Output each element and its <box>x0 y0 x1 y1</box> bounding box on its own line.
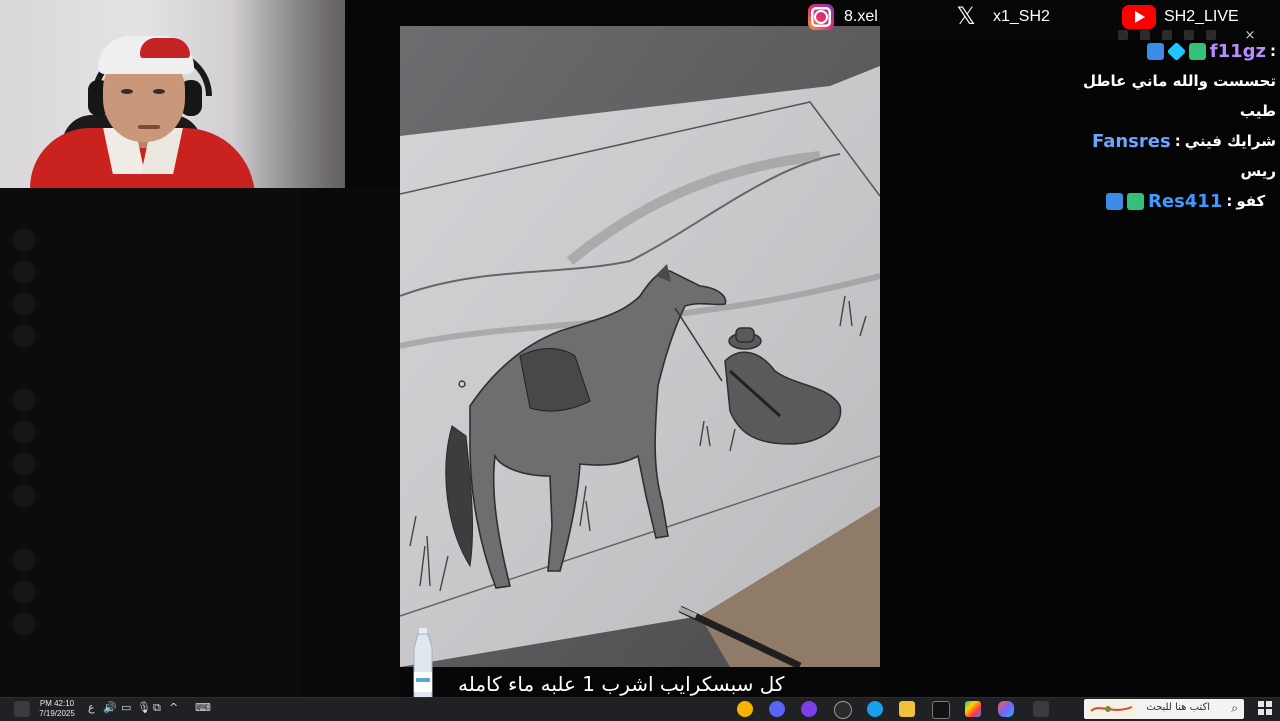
server-icon <box>12 452 36 476</box>
server-icon <box>12 324 36 348</box>
microphone-icon[interactable]: 🎙 <box>137 701 151 714</box>
search-highlight-art <box>1088 701 1136 717</box>
windows-start-icon[interactable] <box>1258 701 1272 715</box>
youtube-icon <box>1122 5 1156 29</box>
chat-username: f11gz <box>1209 40 1266 62</box>
chat-text: كفو <box>1236 191 1266 210</box>
chat-separator: : <box>1226 191 1233 210</box>
stream-caption: كل سبسكرايب اشرب 1 علبه ماء كامله <box>458 672 785 696</box>
cube-badge-icon <box>1166 41 1186 61</box>
live-chat-overlay: f11gz : تحسست والله ماني عاطل طيب Fansre… <box>1083 36 1276 216</box>
instagram-handle: 8.xel <box>844 8 878 25</box>
server-icon <box>12 484 36 508</box>
chat-username: Res411 <box>1148 190 1223 212</box>
windows-taskbar: PM 42:10 7/19/2025 ع 🔊 ▭ 🎙 ⧉ ^ ⌨ اكتب هن… <box>0 697 1280 721</box>
chat-message: Fansres : شرايك فيني ريس <box>1092 126 1276 186</box>
copilot-icon[interactable] <box>998 701 1014 717</box>
x-icon: 𝕏 <box>956 3 976 30</box>
obs-icon[interactable] <box>834 701 852 719</box>
x-link: 𝕏 x1_SH2 <box>955 2 1050 32</box>
og-badge-icon <box>1188 42 1206 60</box>
chat-text: طيب <box>1239 102 1276 120</box>
server-icon <box>12 260 36 284</box>
volume-icon[interactable]: 🔊 <box>103 701 117 714</box>
search-icon: ⌕ <box>1231 701 1238 715</box>
server-icon <box>12 580 36 604</box>
discord-icon[interactable] <box>769 701 785 717</box>
instagram-icon <box>808 4 834 30</box>
moderator-badge-icon <box>1106 192 1123 210</box>
chat-message: f11gz : تحسست والله ماني عاطل طيب <box>1083 36 1276 126</box>
kick-icon[interactable] <box>801 701 817 717</box>
moderator-badge-icon <box>1146 42 1164 60</box>
taskbar-clock[interactable]: PM 42:10 7/19/2025 <box>38 699 76 719</box>
task-view-icon[interactable] <box>1033 701 1049 717</box>
chevron-up-icon[interactable]: ^ <box>169 701 178 714</box>
file-explorer-icon[interactable] <box>899 701 915 717</box>
youtube-link: SH2_LIVE <box>1122 2 1239 32</box>
webcam-feed <box>0 0 345 188</box>
chat-separator: : <box>1270 41 1276 60</box>
server-icon <box>12 292 36 316</box>
server-icon <box>12 420 36 444</box>
horse-sketch-illustration <box>400 26 880 667</box>
chat-text: تحسست والله ماني عاطل <box>1083 72 1276 90</box>
chat-text: ريس <box>1240 162 1276 180</box>
server-icon <box>12 612 36 636</box>
background-discord-sidebar <box>0 188 300 698</box>
background-panel <box>300 188 400 698</box>
chat-separator: : <box>1174 131 1181 150</box>
network-icon[interactable]: ▭ <box>121 701 131 714</box>
language-indicator[interactable]: ع <box>88 701 95 714</box>
youtube-handle: SH2_LIVE <box>1164 8 1239 25</box>
edge-icon[interactable] <box>867 701 883 717</box>
chrome-icon[interactable] <box>737 701 753 717</box>
notification-icon[interactable] <box>14 701 30 717</box>
chat-message: Res411 : كفو <box>1106 186 1276 216</box>
clock-time: PM 42:10 <box>39 699 75 708</box>
server-icon <box>12 228 36 252</box>
google-play-icon[interactable] <box>965 701 981 717</box>
x-handle: x1_SH2 <box>993 8 1050 25</box>
chat-username: Fansres <box>1091 130 1171 152</box>
epic-games-icon[interactable] <box>932 701 950 719</box>
sketch-photo <box>400 26 880 667</box>
clock-date: 7/19/2025 <box>39 709 75 718</box>
search-placeholder: اكتب هنا للبحث <box>1146 702 1210 713</box>
display-icon[interactable]: ⧉ <box>153 701 161 715</box>
chat-text: شرايك فيني <box>1184 131 1276 150</box>
keyboard-icon[interactable]: ⌨ <box>195 701 211 714</box>
server-icon <box>12 548 36 572</box>
instagram-link: 8.xel <box>808 2 878 32</box>
taskbar-search[interactable]: اكتب هنا للبحث ⌕ <box>1084 699 1244 719</box>
server-icon <box>12 388 36 412</box>
og-badge-icon <box>1127 192 1144 210</box>
